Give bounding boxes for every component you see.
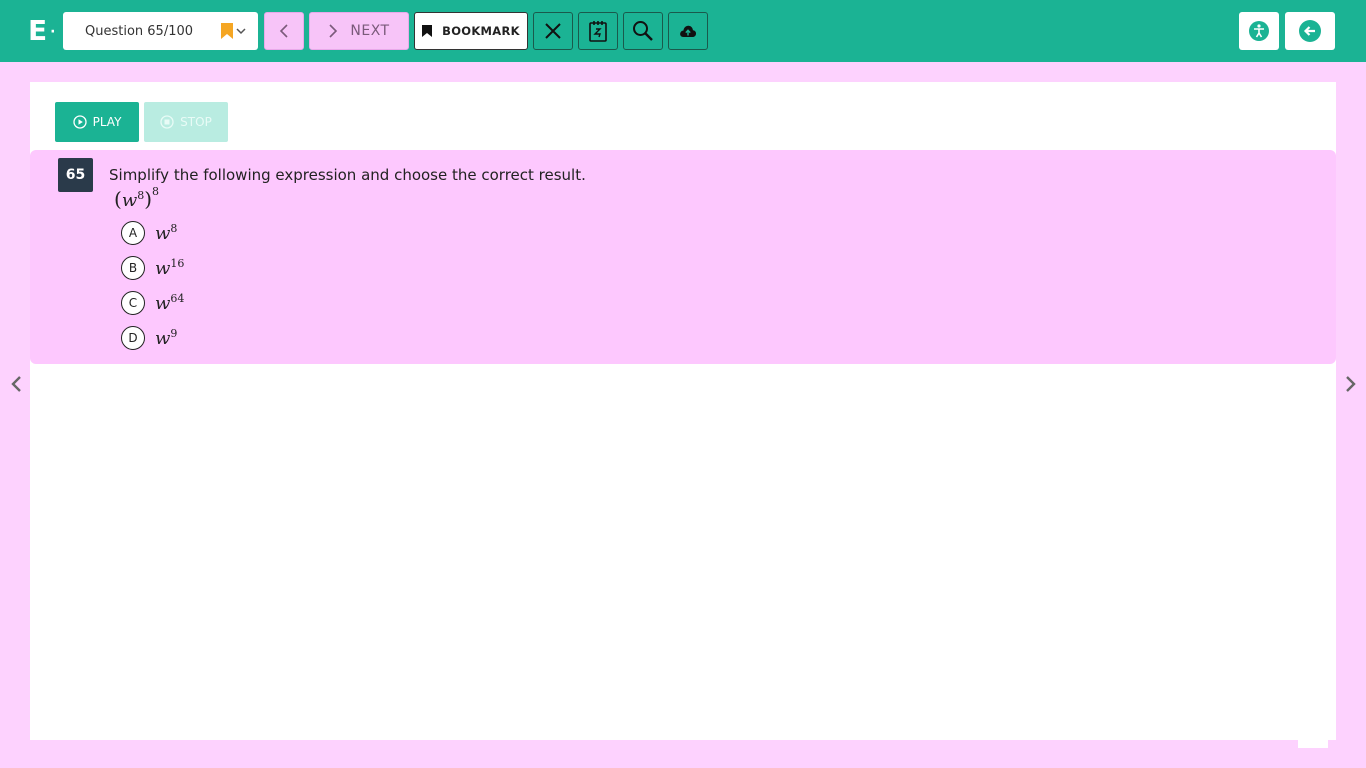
choice-a[interactable]: A w8: [121, 220, 177, 246]
question-number: 65: [58, 158, 93, 192]
close-tool-button[interactable]: [533, 12, 573, 50]
choice-letter: C: [121, 291, 145, 315]
question-prompt: Simplify the following expression and ch…: [109, 166, 586, 184]
question-selector-label: Question 65/100: [85, 23, 194, 39]
accessibility-icon: [1249, 21, 1269, 41]
chevron-right-icon: [329, 24, 338, 38]
notepad-tool-button[interactable]: [578, 12, 618, 50]
play-button-label: PLAY: [92, 115, 122, 129]
stop-button[interactable]: STOP: [144, 102, 228, 142]
close-icon: [545, 23, 561, 39]
choice-value: w64: [155, 292, 185, 314]
next-button-label: NEXT: [350, 23, 390, 39]
expression-base: w: [121, 190, 138, 211]
next-button[interactable]: NEXT: [309, 12, 409, 50]
logo-letter: E: [28, 14, 48, 47]
choice-value: w16: [155, 257, 185, 279]
accessibility-button[interactable]: [1239, 12, 1279, 50]
bookmark-button-label: BOOKMARK: [442, 24, 520, 38]
question-expression: (w8)8: [114, 185, 160, 211]
notepad-icon: [589, 21, 607, 42]
previous-button[interactable]: [264, 12, 304, 50]
bookmark-button[interactable]: BOOKMARK: [414, 12, 528, 50]
choice-b[interactable]: B w16: [121, 255, 184, 281]
choice-letter: B: [121, 256, 145, 280]
stop-button-label: STOP: [180, 115, 212, 129]
chevron-left-icon: [279, 24, 288, 38]
exit-icon: [1299, 20, 1321, 42]
choice-value: w8: [155, 222, 178, 244]
logo-dot: ·: [50, 24, 56, 40]
exit-button[interactable]: [1285, 12, 1335, 50]
scroll-handle[interactable]: [1298, 740, 1328, 748]
bookmark-icon: [422, 25, 433, 37]
choice-c[interactable]: C w64: [121, 290, 184, 316]
chevron-down-icon: [236, 28, 246, 35]
question-selector[interactable]: Question 65/100: [63, 12, 258, 50]
search-icon: [633, 21, 653, 41]
stop-icon: [160, 115, 174, 129]
cloud-upload-icon: [680, 25, 697, 37]
top-bar: E · Question 65/100 NEXT BOOKMARK: [0, 0, 1366, 62]
previous-page-arrow-icon[interactable]: [9, 376, 23, 392]
choice-value: w9: [155, 327, 178, 349]
expression-outer-exponent: 8: [152, 185, 160, 198]
play-button[interactable]: PLAY: [55, 102, 139, 142]
next-page-arrow-icon[interactable]: [1344, 376, 1358, 392]
bookmark-flag-icon: [221, 23, 233, 39]
logo: E ·: [28, 14, 55, 48]
play-icon: [72, 115, 87, 129]
choice-d[interactable]: D w9: [121, 325, 177, 351]
upload-tool-button[interactable]: [668, 12, 708, 50]
search-tool-button[interactable]: [623, 12, 663, 50]
choice-letter: A: [121, 221, 145, 245]
choice-letter: D: [121, 326, 145, 350]
